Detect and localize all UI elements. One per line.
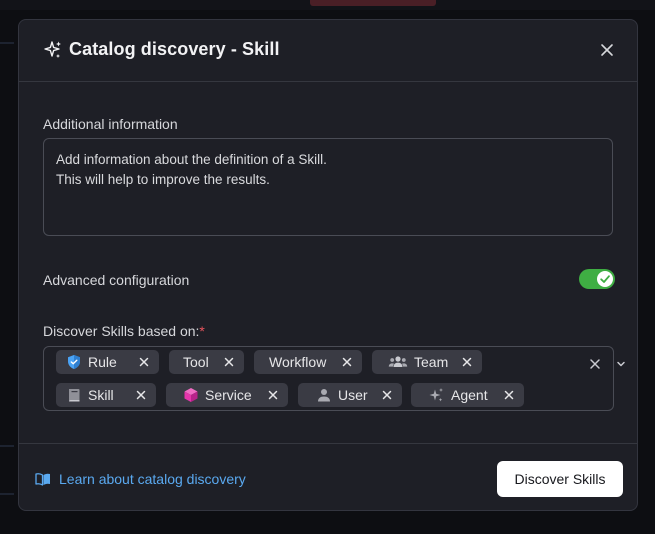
remove-chip-icon[interactable] (266, 388, 280, 402)
additional-info-textarea[interactable]: Add information about the definition of … (43, 138, 613, 236)
sparkle-icon (429, 388, 443, 402)
chevron-down-icon[interactable] (615, 358, 627, 370)
catalog-discovery-dialog: Catalog discovery - Skill Additional inf… (18, 19, 638, 511)
background-line (0, 42, 14, 44)
learn-link-text[interactable]: Learn about catalog discovery (59, 471, 246, 487)
cube-icon (184, 388, 198, 402)
remove-chip-icon[interactable] (502, 388, 516, 402)
remove-chip-icon[interactable] (380, 388, 394, 402)
chip-label: User (338, 387, 368, 403)
required-mark: * (199, 323, 205, 339)
background-line (0, 445, 14, 447)
chip-team: Team (372, 350, 482, 374)
additional-info-label: Additional information (43, 116, 178, 132)
chip-skill: Skill (56, 383, 156, 407)
advanced-config-label: Advanced configuration (43, 272, 190, 288)
chip-label: Service (205, 387, 252, 403)
dialog-footer: Learn about catalog discovery Discover S… (19, 443, 637, 512)
chip-tool: Tool (169, 350, 244, 374)
background-line (0, 493, 14, 495)
chip-label: Workflow (269, 354, 327, 370)
learn-link[interactable]: Learn about catalog discovery (35, 471, 246, 487)
chip-user: User (298, 383, 402, 407)
check-icon (600, 275, 610, 283)
remove-chip-icon[interactable] (137, 355, 151, 369)
entity-multiselect[interactable]: Rule Tool Workflow Team Skill Service Us… (43, 346, 625, 411)
close-icon[interactable] (599, 42, 615, 58)
background-button (310, 0, 436, 6)
user-icon (318, 389, 330, 402)
team-icon (388, 356, 408, 367)
chip-label: Agent (451, 387, 488, 403)
toggle-knob (597, 271, 613, 287)
advanced-config-toggle[interactable] (579, 269, 615, 289)
chip-label: Skill (88, 387, 114, 403)
discover-skills-button[interactable]: Discover Skills (497, 461, 623, 497)
dialog-header: Catalog discovery - Skill (19, 20, 637, 82)
clear-all-icon[interactable] (588, 357, 602, 371)
chip-rule: Rule (56, 350, 159, 374)
remove-chip-icon[interactable] (134, 388, 148, 402)
chip-agent: Agent (411, 383, 524, 407)
remove-chip-icon[interactable] (222, 355, 236, 369)
discover-based-on-label: Discover Skills based on:* (43, 323, 205, 339)
chip-label: Rule (88, 354, 117, 370)
open-book-icon (35, 473, 50, 486)
sparkle-icon (44, 41, 61, 58)
chip-workflow: Workflow (254, 350, 362, 374)
chip-label: Tool (183, 354, 209, 370)
remove-chip-icon[interactable] (460, 355, 474, 369)
chip-service: Service (166, 383, 288, 407)
dialog-title: Catalog discovery - Skill (69, 39, 280, 59)
book-icon (69, 389, 80, 402)
remove-chip-icon[interactable] (340, 355, 354, 369)
chip-label: Team (414, 354, 449, 370)
discover-based-on-text: Discover Skills based on: (43, 323, 200, 339)
shield-icon (68, 355, 80, 369)
